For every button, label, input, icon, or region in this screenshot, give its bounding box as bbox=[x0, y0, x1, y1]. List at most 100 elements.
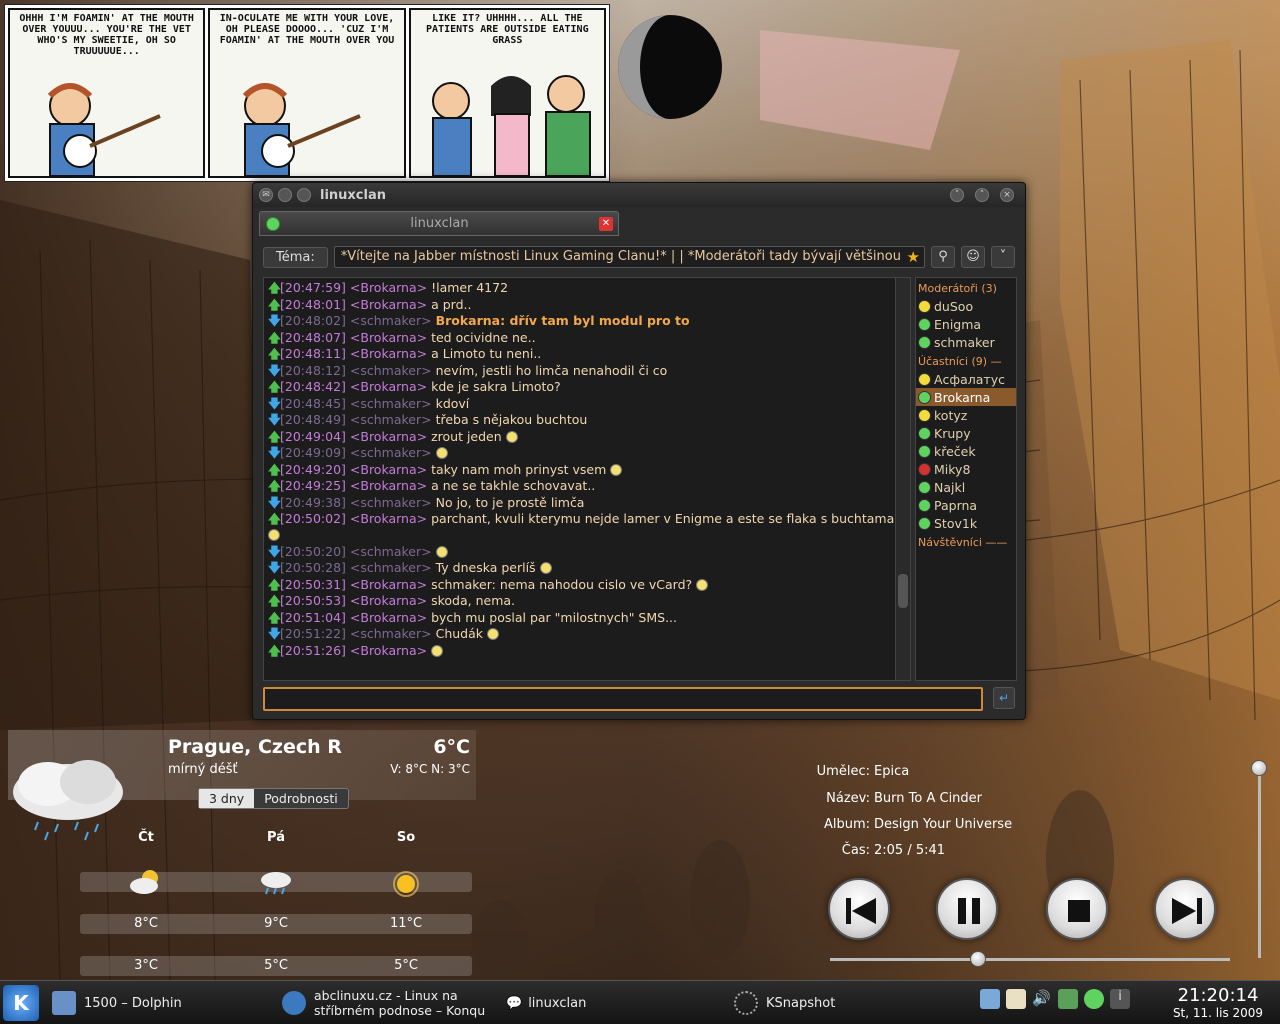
message-nick[interactable]: <Brokarna> bbox=[350, 462, 427, 477]
message-nick[interactable]: <schmaker> bbox=[350, 445, 432, 460]
topic-button[interactable]: Téma: bbox=[263, 246, 328, 268]
forecast-high: 9°C bbox=[264, 916, 288, 931]
roster-item[interactable]: Stov1k bbox=[916, 514, 1016, 532]
outgoing-arrow-icon: 🡇 bbox=[268, 362, 281, 378]
roster-item[interactable]: Najkl bbox=[916, 478, 1016, 496]
shade-icon[interactable] bbox=[297, 188, 311, 202]
album-label: Album: bbox=[823, 817, 870, 832]
incoming-arrow-icon: 🡅 bbox=[268, 296, 281, 312]
konqueror-icon bbox=[282, 991, 306, 1015]
roster-item[interactable]: Brokarna bbox=[916, 388, 1016, 406]
volume-handle[interactable] bbox=[1251, 760, 1267, 776]
window-menu-icon[interactable]: ✉ bbox=[259, 188, 273, 202]
participant-list[interactable]: Moderátoři (3) duSoo Enigma schmaker Účastní… bbox=[915, 277, 1017, 681]
clock[interactable]: 21:20:14 St, 11. lis 2009 bbox=[1160, 985, 1276, 1020]
message-nick[interactable]: <Brokarna> bbox=[350, 297, 427, 312]
message-nick[interactable]: <Brokarna> bbox=[350, 330, 427, 345]
chat-window[interactable]: ✉ linuxclan ˅ ˄ × linuxclan ✕ Téma: *Vít… bbox=[252, 182, 1026, 720]
clipboard-icon[interactable] bbox=[1006, 989, 1026, 1009]
message-nick[interactable]: <schmaker> bbox=[350, 560, 432, 575]
message-nick[interactable]: <Brokarna> bbox=[350, 577, 427, 592]
volume-slider[interactable] bbox=[1251, 760, 1267, 958]
bookmark-star-icon[interactable]: ★ bbox=[907, 248, 920, 266]
roster-group-header[interactable]: Návštěvníci —— bbox=[916, 534, 1016, 551]
message-nick[interactable]: <schmaker> bbox=[350, 313, 432, 328]
message-nick[interactable]: <Brokarna> bbox=[350, 280, 427, 295]
next-track-button[interactable] bbox=[1154, 878, 1216, 940]
close-icon[interactable]: × bbox=[1000, 188, 1014, 202]
message-nick[interactable]: <Brokarna> bbox=[350, 379, 427, 394]
roster-item[interactable]: Krupy bbox=[916, 424, 1016, 442]
info-icon[interactable]: i bbox=[1110, 989, 1130, 1009]
roster-item[interactable]: křeček bbox=[916, 442, 1016, 460]
updates-icon[interactable] bbox=[1058, 989, 1078, 1009]
pause-button[interactable] bbox=[936, 878, 998, 940]
presence-icon[interactable] bbox=[1084, 989, 1104, 1009]
roster-group-header[interactable]: Moderátoři (3) bbox=[916, 280, 1016, 297]
smiley-icon bbox=[431, 644, 444, 657]
forecast-high: 11°C bbox=[389, 916, 423, 931]
message-nick[interactable]: <Brokarna> bbox=[350, 478, 427, 493]
message-nick[interactable]: <Brokarna> bbox=[350, 429, 427, 444]
message-row: 🡅[20:50:02] <Brokarna> parchant, kvuli k… bbox=[268, 511, 898, 543]
message-nick[interactable]: <schmaker> bbox=[350, 544, 432, 559]
roster-item-name: duSoo bbox=[934, 298, 974, 314]
topic-field[interactable]: *Vítejte na Jabber místnosti Linux Gamin… bbox=[333, 246, 925, 268]
seek-bar[interactable] bbox=[830, 951, 1230, 967]
tab-close-icon[interactable]: ✕ bbox=[599, 216, 613, 231]
forecast-high: 8°C bbox=[134, 916, 158, 931]
search-icon[interactable]: ⚲ bbox=[931, 246, 955, 268]
pin-icon[interactable] bbox=[278, 188, 292, 202]
previous-track-button[interactable] bbox=[828, 878, 890, 940]
seek-handle[interactable] bbox=[969, 951, 986, 967]
emoticon-icon[interactable]: ☺ bbox=[961, 246, 985, 268]
stop-button[interactable] bbox=[1046, 878, 1108, 940]
task-linuxclan[interactable]: 💬 linuxclan bbox=[506, 985, 586, 1021]
maximize-icon[interactable]: ˄ bbox=[975, 188, 989, 202]
message-nick[interactable]: <schmaker> bbox=[350, 495, 432, 510]
tab-details[interactable]: Podrobnosti bbox=[254, 789, 348, 808]
roster-item[interactable]: Асфалатус bbox=[916, 370, 1016, 388]
roster-item[interactable]: schmaker bbox=[916, 333, 1016, 351]
message-nick[interactable]: <schmaker> bbox=[350, 363, 432, 378]
send-button[interactable]: ↵ bbox=[993, 687, 1015, 709]
scrollbar-thumb[interactable] bbox=[898, 574, 908, 608]
message-log[interactable]: 🡅[20:47:59] <Brokarna> !lamer 4172 🡅[20:4… bbox=[263, 277, 903, 681]
task-ksnapshot[interactable]: KSnapshot bbox=[734, 985, 835, 1021]
tab-3-days[interactable]: 3 dny bbox=[199, 789, 255, 808]
message-scrollbar[interactable] bbox=[895, 277, 911, 681]
message-text: zrout jeden bbox=[431, 428, 502, 444]
message-nick[interactable]: <schmaker> bbox=[350, 412, 432, 427]
outgoing-arrow-icon: 🡇 bbox=[268, 313, 281, 328]
window-titlebar[interactable]: ✉ linuxclan ˅ ˄ × bbox=[253, 183, 1025, 207]
roster-item[interactable]: Miky8 bbox=[916, 460, 1016, 478]
roster-item[interactable]: Paprna bbox=[916, 496, 1016, 514]
message-nick[interactable]: <schmaker> bbox=[350, 396, 432, 411]
tab-linuxclan[interactable]: linuxclan ✕ bbox=[259, 211, 619, 236]
volume-icon[interactable]: 🔊 bbox=[1032, 989, 1052, 1009]
partly-cloudy-icon bbox=[130, 870, 158, 894]
roster-group-header[interactable]: Účastníci (9) — bbox=[916, 353, 1016, 370]
message-nick[interactable]: <Brokarna> bbox=[350, 511, 427, 526]
message-nick[interactable]: <Brokarna> bbox=[350, 593, 427, 608]
message-nick[interactable]: <Brokarna> bbox=[350, 346, 427, 361]
roster-item[interactable]: kotyz bbox=[916, 406, 1016, 424]
message-nick[interactable]: <Brokarna> bbox=[350, 643, 427, 658]
chevron-down-icon[interactable]: ˅ bbox=[991, 246, 1015, 268]
message-nick[interactable]: <schmaker> bbox=[350, 626, 432, 641]
application-launcher-button[interactable]: K bbox=[3, 985, 39, 1021]
message-text: a prd.. bbox=[431, 296, 472, 312]
message-time: [20:48:01] bbox=[280, 296, 346, 312]
forecast-day: Čt bbox=[138, 830, 154, 845]
roster-item[interactable]: Enigma bbox=[916, 315, 1016, 333]
roster-item[interactable]: duSoo bbox=[916, 297, 1016, 315]
weather-high-low: V: 8°C N: 3°C bbox=[390, 762, 470, 776]
task-dolphin[interactable]: 1500 – Dolphin bbox=[52, 985, 182, 1021]
minimize-icon[interactable]: ˅ bbox=[950, 188, 964, 202]
network-icon[interactable] bbox=[980, 989, 1000, 1009]
time-value: 2:05 / 5:41 bbox=[874, 843, 946, 858]
message-input[interactable] bbox=[263, 687, 983, 711]
message-nick[interactable]: <Brokarna> bbox=[350, 610, 427, 625]
task-konqueror[interactable]: abclinuxu.cz - Linux na stříbrném podnos… bbox=[282, 985, 492, 1021]
message-row: 🡇[20:48:49] <schmaker> třeba s nějakou b… bbox=[268, 412, 898, 428]
